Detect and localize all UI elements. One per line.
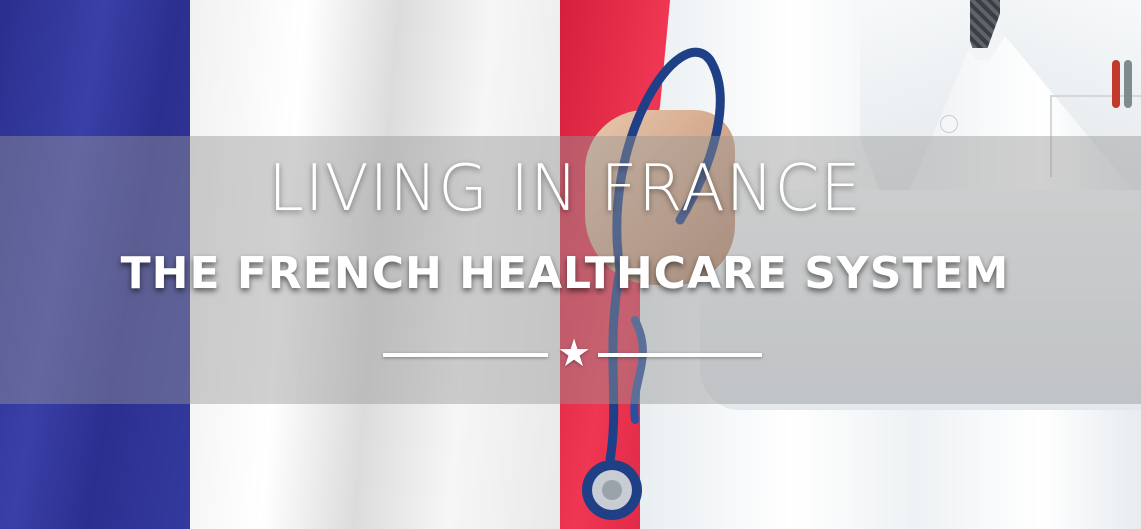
- star-icon: ★: [556, 331, 592, 375]
- page-title: LIVING IN FRANCE: [268, 152, 862, 226]
- hero-banner: LIVING IN FRANCE THE FRENCH HEALTHCARE S…: [0, 0, 1141, 529]
- divider-left: [383, 353, 548, 357]
- coat-button: [940, 115, 958, 133]
- pen-icon: [1124, 60, 1132, 108]
- page-subtitle: THE FRENCH HEALTHCARE SYSTEM: [120, 248, 1010, 299]
- pen-icon: [1112, 60, 1120, 108]
- divider-right: [598, 353, 762, 357]
